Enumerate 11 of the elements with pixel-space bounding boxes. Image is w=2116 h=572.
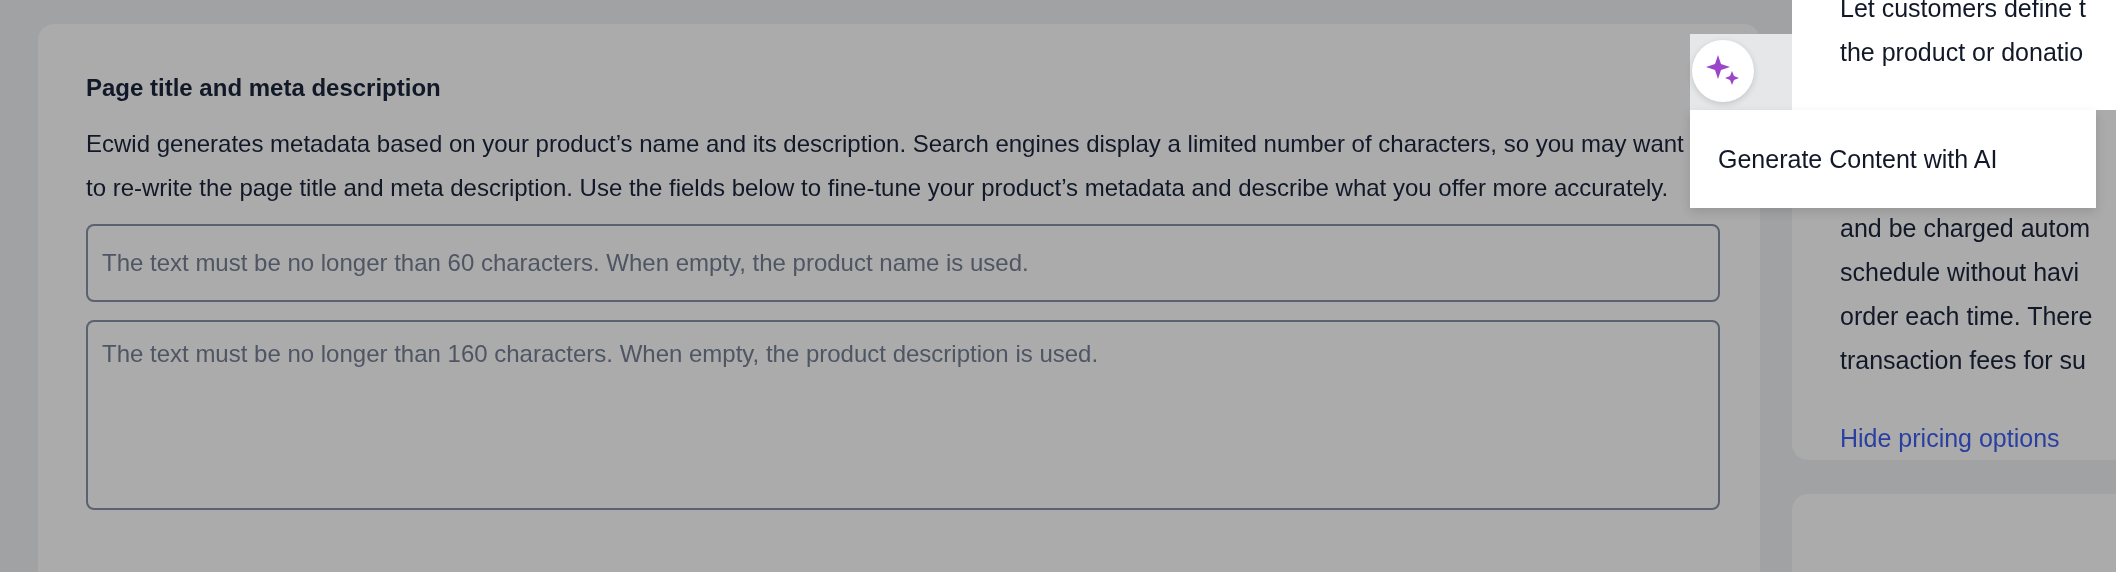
menu-item[interactable]: Generate Content with AI <box>1718 144 1998 174</box>
hide-pricing-link[interactable]: Hide pricing options <box>1840 416 2060 460</box>
panel-text: the product or donatio <box>1840 37 2085 68</box>
panel-text: order each time. There <box>1840 301 2094 332</box>
text-area[interactable]: The text must be no longer than 160 characters. When empty, the product description is used. <box>86 320 1720 510</box>
text-field[interactable]: The text must be no longer than 60 characters. When empty, the product name is used. <box>86 224 1720 302</box>
section-title: Page title and meta description <box>86 73 442 103</box>
description: Ecwid generates metadata based on your product’s name and its description. Search engines display a limited number of characters, so you may want to re-write the page title and meta description. Use the fields below to fine-tune your product’s metadata and describe what you offer more accurately. <box>86 129 1685 203</box>
panel-text: transaction fees for su <box>1840 345 2087 376</box>
panel-text: and be charged autom <box>1840 213 2092 244</box>
panel-text: schedule without havi <box>1840 257 2081 288</box>
